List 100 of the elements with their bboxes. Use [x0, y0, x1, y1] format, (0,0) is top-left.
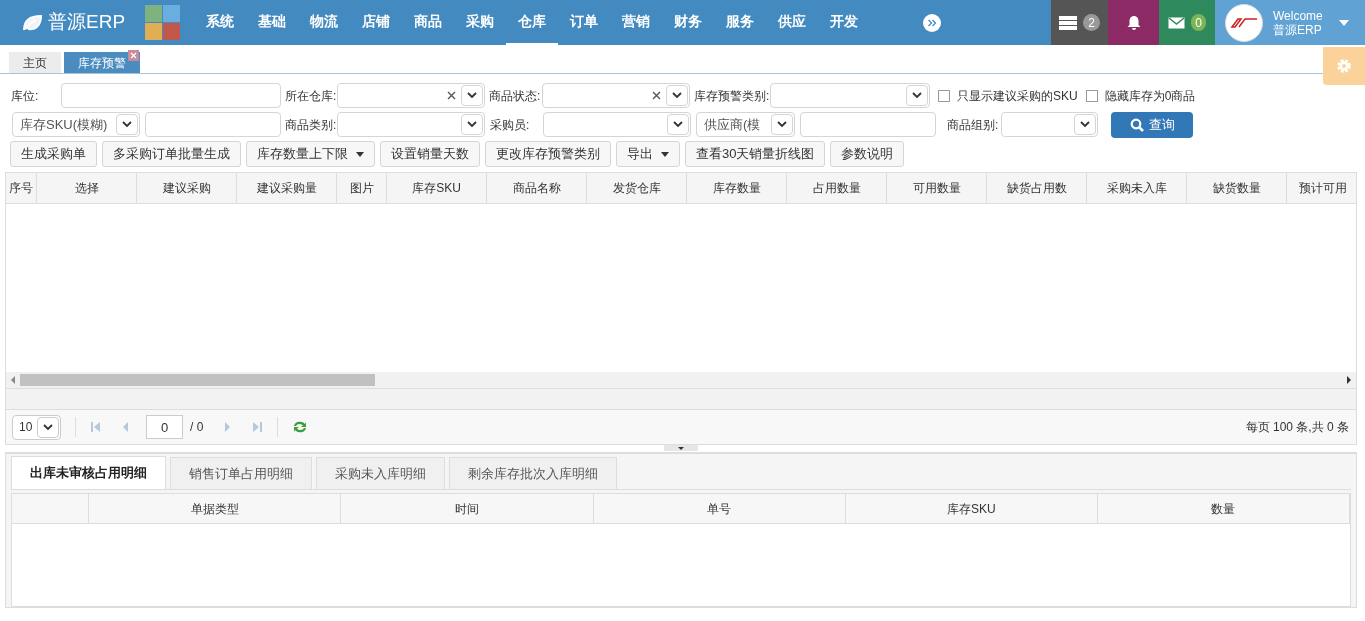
toolbar-button[interactable]: 参数说明 — [830, 141, 905, 167]
page-size-select[interactable]: 10 — [12, 414, 61, 440]
field-label: 库存预警类别: — [694, 87, 770, 105]
chevron-down-icon — [43, 423, 53, 431]
envelope-icon — [1168, 16, 1185, 29]
gear-icon — [1335, 57, 1353, 75]
clear-icon[interactable] — [652, 91, 661, 100]
chevron-down-icon — [467, 92, 477, 99]
search-icon — [1129, 117, 1144, 132]
nav-item[interactable]: 基础 — [246, 0, 298, 45]
nav-item[interactable]: 物流 — [298, 0, 350, 45]
user-name: 普源ERP — [1273, 22, 1323, 37]
detail-tab[interactable]: 销售订单占用明细 — [170, 457, 312, 489]
toolbar-button[interactable]: 多采购订单批量生成 — [102, 141, 241, 167]
column-header[interactable]: 选择 — [37, 173, 137, 203]
task-count-badge: 2 — [1083, 14, 1100, 31]
detail-tab[interactable]: 出库未审核占用明细 — [11, 456, 166, 489]
welcome-label: Welcome — [1273, 8, 1323, 23]
search-button[interactable]: 查询 — [1111, 111, 1193, 138]
clear-icon[interactable] — [447, 91, 456, 100]
nav-item[interactable]: 仓库 — [506, 0, 558, 45]
horizontal-scrollbar[interactable] — [6, 372, 1356, 389]
nav-item[interactable]: 营销 — [610, 0, 662, 45]
field-label: 采购员: — [490, 116, 531, 134]
first-page-icon[interactable] — [90, 421, 102, 433]
column-header[interactable]: 缺货占用数 — [987, 173, 1087, 203]
last-page-icon[interactable] — [251, 421, 264, 433]
toolbar-button[interactable]: 查看30天销量折线图 — [685, 141, 826, 167]
scrollbar-thumb[interactable] — [20, 374, 375, 386]
field-label: 商品状态: — [489, 87, 542, 105]
refresh-icon[interactable] — [292, 420, 309, 434]
checkbox[interactable] — [1085, 89, 1098, 102]
column-header[interactable]: 缺货数量 — [1187, 173, 1287, 203]
nav-item[interactable]: 供应 — [766, 0, 818, 45]
nav-item[interactable]: 商品 — [402, 0, 454, 45]
column-header[interactable]: 采购未入库 — [1087, 173, 1187, 203]
nav-item[interactable]: 订单 — [558, 0, 610, 45]
input-field[interactable] — [800, 112, 936, 137]
close-icon[interactable] — [128, 50, 139, 61]
input-field[interactable] — [61, 83, 281, 108]
logo-icon — [1230, 17, 1258, 28]
column-header[interactable]: 建议采购 — [137, 173, 237, 203]
checkbox-label: 只显示建议采购的SKU — [957, 87, 1078, 105]
select-field[interactable]: 库存SKU(模糊) — [12, 112, 140, 137]
column-header[interactable]: 数量 — [1097, 494, 1350, 523]
toolbar-button[interactable]: 导出 — [616, 141, 680, 167]
tiles-icon[interactable] — [145, 5, 180, 40]
settings-button[interactable] — [1323, 47, 1365, 85]
checkbox-label: 隐藏库存为0商品 — [1104, 87, 1196, 105]
nav-item[interactable]: 服务 — [714, 0, 766, 45]
select-field[interactable] — [542, 83, 690, 108]
leaf-icon — [22, 13, 42, 32]
chevron-down-icon — [672, 92, 682, 99]
field-label: 商品组别: — [947, 116, 1000, 134]
select-field[interactable] — [543, 112, 691, 137]
column-header[interactable]: 库存SKU — [846, 494, 1098, 523]
toolbar-button[interactable]: 生成采购单 — [10, 141, 97, 167]
double-chevron-icon[interactable] — [923, 13, 941, 32]
column-header[interactable]: 库存SKU — [387, 173, 487, 203]
page-tab[interactable]: 主页 — [9, 52, 61, 73]
column-header[interactable]: 建议采购量 — [237, 173, 337, 203]
toolbar-button[interactable]: 库存数量上下限 — [246, 141, 375, 167]
select-field[interactable] — [1001, 112, 1098, 137]
nav-item[interactable]: 开发 — [818, 0, 870, 45]
nav-item[interactable]: 财务 — [662, 0, 714, 45]
checkbox[interactable] — [938, 89, 950, 102]
select-field[interactable] — [337, 112, 485, 137]
toolbar-button[interactable]: 设置销量天数 — [380, 141, 480, 167]
nav-item[interactable]: 系统 — [194, 0, 246, 45]
chevron-down-icon — [912, 92, 922, 99]
column-header[interactable]: 商品名称 — [487, 173, 587, 203]
toolbar-button[interactable]: 更改库存预警类别 — [485, 141, 611, 167]
splitter-handle[interactable] — [664, 445, 698, 451]
column-header[interactable]: 图片 — [337, 173, 387, 203]
select-field[interactable] — [770, 83, 930, 108]
page-tab[interactable]: 库存预警 — [64, 52, 140, 73]
column-header[interactable]: 发货仓库 — [587, 173, 687, 203]
field-label: 所在仓库: — [285, 87, 337, 105]
column-header[interactable]: 占用数量 — [787, 173, 887, 203]
page-input[interactable]: 0 — [146, 415, 183, 439]
select-field[interactable] — [337, 83, 485, 108]
column-header[interactable]: 可用数量 — [887, 173, 987, 203]
nav-item[interactable]: 店铺 — [350, 0, 402, 45]
nav-item[interactable]: 采购 — [454, 0, 506, 45]
column-header[interactable]: 序号 — [6, 173, 37, 203]
caret-icon — [1338, 19, 1349, 26]
chevron-down-icon — [673, 121, 683, 128]
column-header[interactable]: 单据类型 — [88, 494, 342, 523]
select-field[interactable]: 供应商(模 — [696, 112, 795, 137]
chevron-down-icon — [777, 121, 787, 128]
server-icon — [1059, 15, 1077, 30]
detail-tab[interactable]: 剩余库存批次入库明细 — [449, 457, 617, 489]
column-header[interactable]: 预计可用 — [1287, 173, 1356, 203]
input-field[interactable] — [145, 112, 281, 137]
field-label: 库位: — [11, 87, 40, 105]
column-header[interactable]: 时间 — [341, 494, 594, 523]
column-header[interactable]: 单号 — [593, 494, 847, 523]
column-header[interactable]: 库存数量 — [687, 173, 787, 203]
detail-tab[interactable]: 采购未入库明细 — [316, 457, 445, 489]
notifications-button[interactable] — [1108, 0, 1159, 45]
